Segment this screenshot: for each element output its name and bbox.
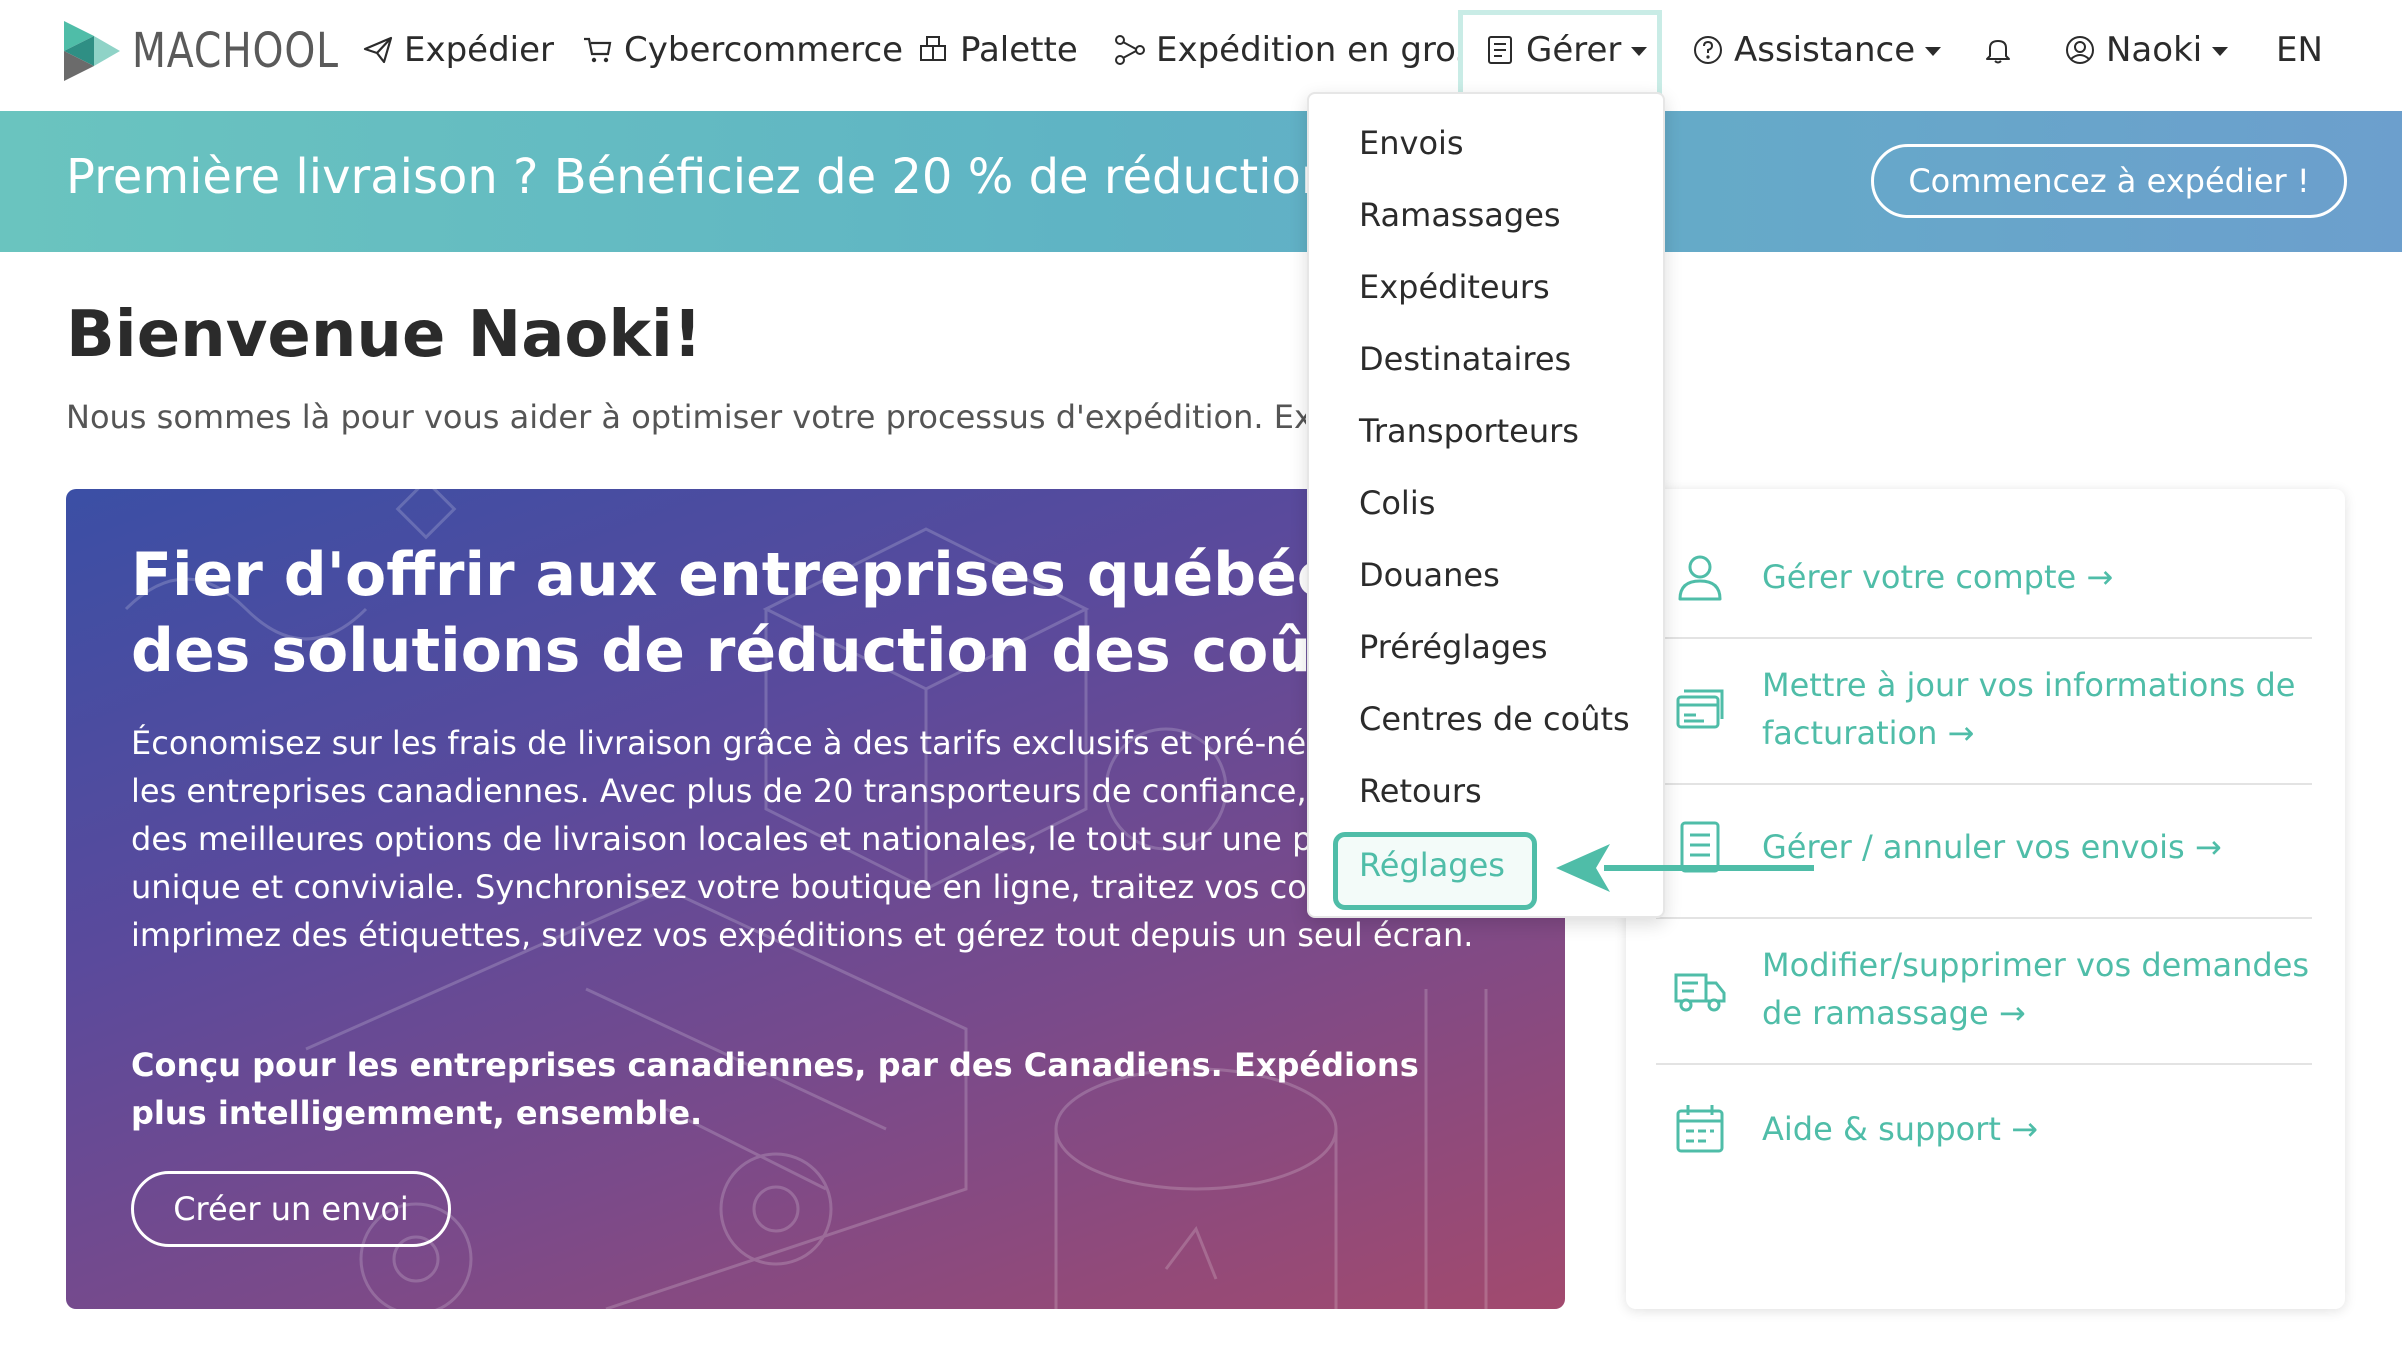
nav-expedition-en-gros[interactable]: Expédition en gros [1114, 28, 1474, 72]
menu-item-ramassages[interactable]: Ramassages [1359, 196, 1561, 234]
nav-gerer-label: Gérer [1526, 30, 1622, 70]
menu-item-destinataires[interactable]: Destinataires [1359, 340, 1571, 378]
quick-link-account-label: Gérer votre compte → [1762, 558, 2114, 596]
nav-expedier[interactable]: Expédier [362, 28, 554, 72]
menu-item-centres-de-couts[interactable]: Centres de coûts [1359, 700, 1630, 738]
start-shipping-button[interactable]: Commencez à expédier ! [1871, 144, 2347, 218]
calendar-icon [1672, 1101, 1728, 1157]
nav-cybercommerce-label: Cybercommerce [624, 30, 904, 70]
document-list-icon [1484, 34, 1516, 66]
machool-logo-icon [64, 21, 120, 81]
chevron-down-icon [1631, 46, 1648, 56]
quick-link-account[interactable]: Gérer votre compte → [1656, 541, 2312, 613]
user-circle-icon [2064, 34, 2096, 66]
menu-item-prereglages[interactable]: Préréglages [1359, 628, 1548, 666]
menu-item-transporteurs[interactable]: Transporteurs [1359, 412, 1579, 450]
gerer-dropdown-menu: Envois Ramassages Expéditeurs Destinatai… [1307, 92, 1665, 918]
nav-assistance-label: Assistance [1734, 30, 1916, 70]
create-shipment-button[interactable]: Créer un envoi [131, 1171, 451, 1247]
menu-item-douanes[interactable]: Douanes [1359, 556, 1500, 594]
chevron-down-icon [1925, 46, 1942, 56]
nav-gerer[interactable]: Gérer [1484, 28, 1648, 72]
menu-item-expediteurs[interactable]: Expéditeurs [1359, 268, 1550, 306]
language-label: EN [2276, 30, 2323, 70]
divider [1656, 917, 2312, 919]
paper-plane-icon [362, 34, 394, 66]
quick-links-card: Gérer votre compte → Mettre à jour vos i… [1626, 489, 2345, 1309]
menu-item-colis[interactable]: Colis [1359, 484, 1435, 522]
notifications-button[interactable] [1982, 28, 2024, 72]
promo-text: Première livraison ? Bénéficiez de 20 % … [66, 149, 1366, 205]
quick-link-billing-label: Mettre à jour vos informations de factur… [1762, 666, 2296, 752]
nav-expedition-en-gros-label: Expédition en gros [1156, 30, 1474, 70]
language-toggle[interactable]: EN [2276, 28, 2323, 72]
cart-icon [582, 34, 614, 66]
chevron-down-icon [2212, 46, 2229, 56]
bell-icon [1982, 34, 2014, 66]
menu-item-envois[interactable]: Envois [1359, 124, 1464, 162]
question-circle-icon [1692, 34, 1724, 66]
quick-link-help[interactable]: Aide & support → [1656, 1093, 2312, 1165]
quick-link-help-label: Aide & support → [1762, 1110, 2038, 1148]
divider [1656, 783, 2312, 785]
nav-palette-label: Palette [960, 30, 1078, 70]
nav-expedier-label: Expédier [404, 30, 555, 70]
brand-logo[interactable]: MACHOOL [64, 21, 384, 81]
divider [1656, 637, 2312, 639]
nav-cybercommerce[interactable]: Cybercommerce [582, 28, 903, 72]
divider [1656, 1063, 2312, 1065]
nav-user-menu[interactable]: Naoki [2064, 28, 2229, 72]
quick-link-billing[interactable]: Mettre à jour vos informations de factur… [1656, 661, 2312, 757]
nav-assistance[interactable]: Assistance [1692, 28, 1942, 72]
quick-link-pickups[interactable]: Modifier/supprimer vos demandes de ramas… [1656, 941, 2312, 1037]
page-title: Bienvenue Naoki! [66, 298, 703, 372]
annotation-arrow-icon [1556, 844, 1814, 892]
top-navbar: MACHOOL Expédier Cybercommerce Palette E… [0, 0, 2402, 111]
truck-icon [1672, 961, 1728, 1017]
credit-card-icon [1672, 681, 1728, 737]
quick-link-pickups-label: Modifier/supprimer vos demandes de ramas… [1762, 946, 2310, 1032]
nodes-icon [1114, 34, 1146, 66]
nav-palette[interactable]: Palette [918, 28, 1078, 72]
quick-link-shipments-label: Gérer / annuler vos envois → [1762, 828, 2222, 866]
nav-user-label: Naoki [2106, 30, 2203, 70]
menu-item-retours[interactable]: Retours [1359, 772, 1482, 810]
brand-name: MACHOOL [132, 23, 339, 79]
user-icon [1672, 549, 1728, 605]
promo-banner: Première livraison ? Bénéficiez de 20 % … [0, 111, 2402, 252]
welcome-subtitle: Nous sommes là pour vous aider à optimis… [66, 398, 1306, 436]
boxes-icon [918, 34, 950, 66]
hero-tagline: Conçu pour les entreprises canadiennes, … [131, 1046, 1419, 1132]
menu-item-reglages[interactable]: Réglages [1359, 846, 1505, 884]
